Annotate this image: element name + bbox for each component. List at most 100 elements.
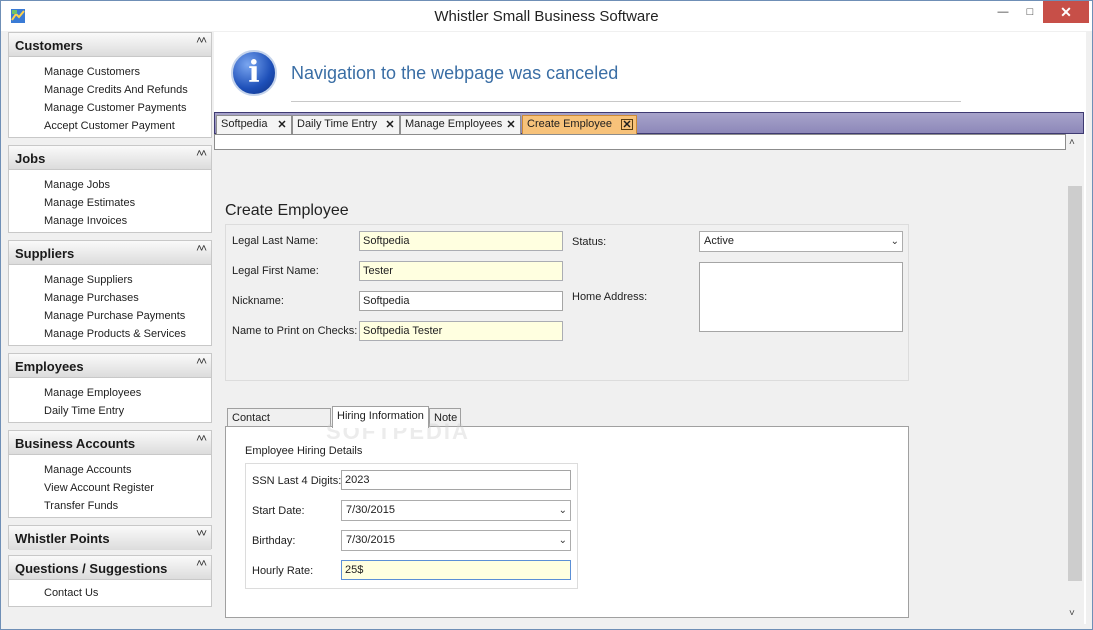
vertical-scrollbar[interactable]: ˄ ˅ — [1066, 134, 1084, 624]
dropdown-arrow-icon[interactable]: ⌄ — [559, 531, 567, 550]
nav-item-manage-purchase-payments[interactable]: Manage Purchase Payments — [44, 307, 211, 325]
ssn-field[interactable]: 2023 — [341, 470, 571, 490]
nav-item-manage-estimates[interactable]: Manage Estimates — [44, 194, 211, 212]
title-bar: Whistler Small Business Software — □ ✕ — [0, 0, 1093, 31]
create-employee-page: Create Employee Legal Last Name: Softped… — [214, 150, 1066, 624]
hiring-information-panel: SOFTPEDIA Employee Hiring Details SSN La… — [225, 419, 909, 618]
legal-first-name-field[interactable]: Tester — [359, 261, 563, 281]
maximize-button[interactable]: □ — [1017, 1, 1043, 23]
tab-label: Daily Time Entry — [297, 118, 378, 130]
collapse-chevron-icon[interactable]: ˄˄ — [196, 559, 207, 570]
navigation-canceled-message: Navigation to the webpage was canceled — [291, 63, 619, 83]
expand-chevron-icon[interactable]: ˅˅ — [196, 529, 207, 540]
nav-header-label: Questions / Suggestions — [15, 561, 168, 576]
hiring-details-group: SSN Last 4 Digits: 2023 Start Date: 7/30… — [245, 463, 578, 589]
check-name-field[interactable]: Softpedia Tester — [359, 321, 563, 341]
ssn-label: SSN Last 4 Digits: — [252, 475, 342, 487]
status-select[interactable]: Active ⌄ — [699, 231, 903, 252]
nav-group-employees: Employees ˄˄ Manage Employees Daily Time… — [8, 353, 212, 423]
nav-group-business-accounts: Business Accounts ˄˄ Manage Accounts Vie… — [8, 430, 212, 518]
employee-details-panel: Legal Last Name: Softpedia Legal First N… — [225, 224, 909, 381]
nickname-field[interactable]: Softpedia — [359, 291, 563, 311]
nav-item-manage-employees[interactable]: Manage Employees — [44, 384, 211, 402]
nav-header-label: Employees — [15, 359, 84, 374]
nickname-label: Nickname: — [232, 295, 284, 307]
nav-item-transfer-funds[interactable]: Transfer Funds — [44, 497, 211, 515]
dropdown-arrow-icon[interactable]: ⌄ — [559, 501, 567, 520]
legal-last-name-label: Legal Last Name: — [232, 235, 319, 247]
home-address-field[interactable] — [699, 262, 903, 332]
divider — [291, 101, 961, 102]
dropdown-arrow-icon[interactable]: ⌄ — [891, 232, 899, 251]
nav-item-manage-customer-payments[interactable]: Manage Customer Payments — [44, 99, 211, 117]
nav-group-jobs: Jobs ˄˄ Manage Jobs Manage Estimates Man… — [8, 145, 212, 233]
hiring-details-title: Employee Hiring Details — [245, 445, 363, 457]
nav-header-business-accounts[interactable]: Business Accounts ˄˄ — [9, 431, 211, 455]
scroll-up-arrow-icon[interactable]: ˄ — [1069, 137, 1075, 148]
nav-header-whistler-points[interactable]: Whistler Points ˅˅ — [9, 526, 211, 550]
tab-softpedia[interactable]: Softpedia ✕ — [216, 115, 292, 134]
hourly-rate-label: Hourly Rate: — [252, 565, 314, 577]
close-tab-icon[interactable]: ✕ — [621, 119, 633, 131]
nav-item-manage-customers[interactable]: Manage Customers — [44, 63, 211, 81]
nav-item-accept-customer-payment[interactable]: Accept Customer Payment — [44, 117, 211, 135]
collapse-chevron-icon[interactable]: ˄˄ — [196, 36, 207, 47]
nav-group-questions-suggestions: Questions / Suggestions ˄˄ Contact Us — [8, 555, 212, 607]
nav-group-customers: Customers ˄˄ Manage Customers Manage Cre… — [8, 32, 212, 138]
nav-item-manage-invoices[interactable]: Manage Invoices — [44, 212, 211, 230]
nav-item-manage-jobs[interactable]: Manage Jobs — [44, 176, 211, 194]
tab-label: Manage Employees — [405, 118, 503, 130]
start-date-value: 7/30/2015 — [346, 504, 395, 516]
tab-label: Create Employee — [527, 118, 612, 130]
nav-item-manage-products-services[interactable]: Manage Products & Services — [44, 325, 211, 343]
legal-first-name-label: Legal First Name: — [232, 265, 319, 277]
check-name-label: Name to Print on Checks: — [232, 325, 358, 337]
tab-create-employee[interactable]: Create Employee ✕ — [522, 115, 637, 134]
nav-header-label: Suppliers — [15, 246, 75, 261]
nav-header-label: Whistler Points — [15, 531, 110, 546]
close-tab-icon[interactable]: ✕ — [384, 119, 396, 131]
nav-item-manage-accounts[interactable]: Manage Accounts — [44, 461, 211, 479]
nav-item-view-account-register[interactable]: View Account Register — [44, 479, 211, 497]
nav-item-daily-time-entry[interactable]: Daily Time Entry — [44, 402, 211, 420]
sidebar: Customers ˄˄ Manage Customers Manage Cre… — [8, 32, 212, 622]
collapse-chevron-icon[interactable]: ˄˄ — [196, 244, 207, 255]
nav-group-whistler-points: Whistler Points ˅˅ — [8, 525, 212, 550]
tab-label: Softpedia — [221, 118, 268, 130]
collapse-chevron-icon[interactable]: ˄˄ — [196, 434, 207, 445]
scrollbar-thumb[interactable] — [1068, 186, 1082, 581]
nav-header-suppliers[interactable]: Suppliers ˄˄ — [9, 241, 211, 265]
nav-item-manage-purchases[interactable]: Manage Purchases — [44, 289, 211, 307]
status-value: Active — [704, 235, 734, 247]
nav-item-manage-credits-refunds[interactable]: Manage Credits And Refunds — [44, 81, 211, 99]
close-tab-icon[interactable]: ✕ — [276, 119, 288, 131]
page-title: Create Employee — [225, 202, 349, 219]
nav-header-employees[interactable]: Employees ˄˄ — [9, 354, 211, 378]
nav-header-questions-suggestions[interactable]: Questions / Suggestions ˄˄ — [9, 556, 211, 580]
window-title: Whistler Small Business Software — [434, 8, 659, 25]
close-tab-icon[interactable]: ✕ — [505, 119, 517, 131]
birthday-picker[interactable]: 7/30/2015 ⌄ — [341, 530, 571, 551]
hourly-rate-field[interactable]: 25$ — [341, 560, 571, 580]
birthday-label: Birthday: — [252, 535, 296, 547]
legal-last-name-field[interactable]: Softpedia — [359, 231, 563, 251]
tab-hiring-information[interactable]: Hiring Information — [332, 406, 429, 428]
nav-item-manage-suppliers[interactable]: Manage Suppliers — [44, 271, 211, 289]
nav-header-jobs[interactable]: Jobs ˄˄ — [9, 146, 211, 170]
collapse-chevron-icon[interactable]: ˄˄ — [196, 149, 207, 160]
start-date-picker[interactable]: 7/30/2015 ⌄ — [341, 500, 571, 521]
tab-daily-time-entry[interactable]: Daily Time Entry ✕ — [292, 115, 400, 134]
scroll-down-arrow-icon[interactable]: ˅ — [1069, 608, 1075, 619]
close-window-button[interactable]: ✕ — [1043, 1, 1089, 23]
info-icon: i — [231, 50, 277, 96]
minimize-button[interactable]: — — [990, 1, 1016, 23]
nav-header-customers[interactable]: Customers ˄˄ — [9, 33, 211, 57]
nav-item-contact-us[interactable]: Contact Us — [44, 584, 211, 602]
main-area: i Navigation to the webpage was canceled… — [214, 32, 1086, 624]
collapse-chevron-icon[interactable]: ˄˄ — [196, 357, 207, 368]
birthday-value: 7/30/2015 — [346, 534, 395, 546]
tab-manage-employees[interactable]: Manage Employees ✕ — [400, 115, 521, 134]
tab-contact-information[interactable]: Contact Information — [227, 408, 331, 442]
document-tab-strip: Softpedia ✕ Daily Time Entry ✕ Manage Em… — [214, 112, 1084, 134]
nav-header-label: Customers — [15, 38, 83, 53]
